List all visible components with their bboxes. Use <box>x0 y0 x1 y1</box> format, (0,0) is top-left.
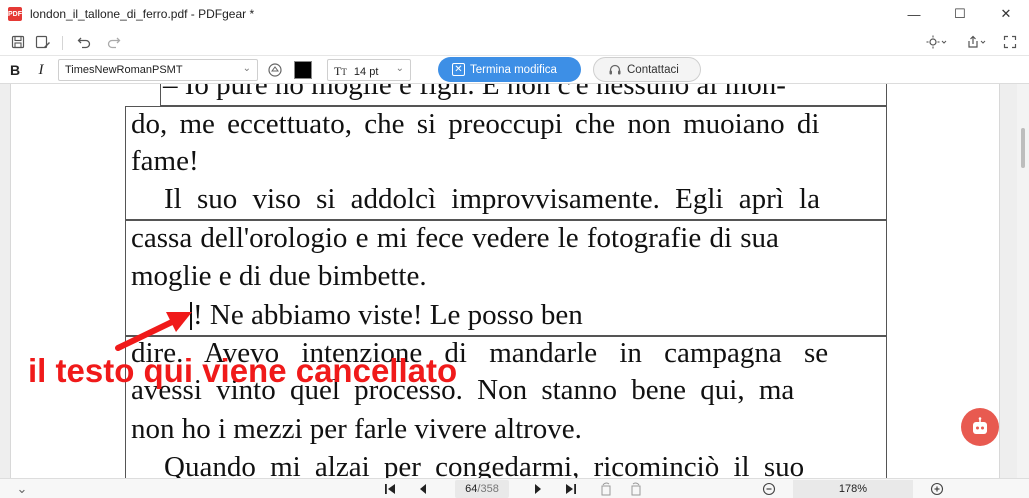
zoom-in-icon[interactable] <box>929 481 945 497</box>
close-button[interactable]: ✕ <box>983 0 1029 28</box>
rotate-right-icon[interactable] <box>628 481 644 497</box>
window-title: london_il_tallone_di_ferro.pdf - PDFgear… <box>30 7 255 21</box>
vertical-scrollbar[interactable] <box>1017 84 1029 478</box>
minimize-button[interactable]: — <box>891 0 937 28</box>
headset-icon <box>609 64 621 74</box>
annotation-text: il testo qui viene cancellato <box>28 352 458 389</box>
font-size-icon: TT <box>334 64 347 78</box>
annotation-arrow-icon <box>115 312 192 351</box>
total-pages: /358 <box>477 483 499 495</box>
save-icon[interactable] <box>8 32 28 52</box>
close-box-icon: ✕ <box>452 63 465 76</box>
text-line: fame! <box>131 145 199 177</box>
font-size-select[interactable]: TT 14 pt ⌄ <box>327 59 411 81</box>
bold-button[interactable]: B <box>4 60 26 80</box>
text-line: moglie e di due bimbette. <box>131 260 427 292</box>
fill-color-icon[interactable] <box>265 60 285 80</box>
save-as-icon[interactable] <box>33 32 53 52</box>
text-line: cassa dell'orologio e mi fece vedere le … <box>131 222 779 254</box>
contact-button[interactable]: Contattaci <box>593 57 701 82</box>
font-family-select[interactable]: TimesNewRomanPSMT ⌄ <box>58 59 258 81</box>
title-bar: PDF london_il_tallone_di_ferro.pdf - PDF… <box>0 0 1029 28</box>
previous-page-icon[interactable] <box>415 481 431 497</box>
toolbar-divider <box>62 36 63 50</box>
next-page-icon[interactable] <box>530 481 546 497</box>
finish-editing-button[interactable]: ✕ Termina modifica <box>438 57 581 82</box>
finish-editing-label: Termina modifica <box>470 63 557 76</box>
text-line: do, me eccettuato, che si preoccupi che … <box>131 108 820 140</box>
font-size-value: 14 pt <box>353 66 379 78</box>
rotate-left-icon[interactable] <box>598 481 614 497</box>
zoom-level: 178% <box>838 483 868 495</box>
text-line: non ho i mezzi per farle vivere altrove. <box>131 413 582 445</box>
text-line-edited: ! Ne abbiamo viste! Le posso ben <box>193 299 583 331</box>
chevron-down-icon: ⌄ <box>242 63 251 74</box>
document-viewer[interactable]: – Io pure ho moglie e figli. E non c'è n… <box>0 84 1029 478</box>
chevron-down-icon: ⌄ <box>395 63 404 74</box>
scrollbar-thumb[interactable] <box>1021 128 1025 168</box>
text-line: – Io pure ho moglie e figli. E non c'è n… <box>163 84 786 101</box>
current-page: 64 <box>465 483 478 495</box>
main-toolbar <box>0 28 1029 56</box>
italic-button[interactable]: I <box>30 60 52 80</box>
text-line: Quando mi alzai per congedarmi, ricominc… <box>164 451 805 478</box>
share-icon[interactable] <box>964 32 990 52</box>
fullscreen-icon[interactable] <box>1000 32 1020 52</box>
pdf-page: – Io pure ho moglie e figli. E non c'è n… <box>10 84 1000 478</box>
zoom-out-icon[interactable] <box>761 481 777 497</box>
status-bar: ⌄ 64/358 178% <box>0 478 1029 498</box>
maximize-button[interactable]: ☐ <box>937 0 983 28</box>
zoom-level-field[interactable]: 178% <box>793 480 913 498</box>
last-page-icon[interactable] <box>563 481 579 497</box>
redo-icon[interactable] <box>104 32 124 52</box>
chevron-down-icon[interactable]: ⌄ <box>14 481 30 497</box>
undo-icon[interactable] <box>74 32 94 52</box>
page-number-input[interactable]: 64/358 <box>455 480 509 498</box>
robot-icon <box>973 417 987 434</box>
first-page-icon[interactable] <box>382 481 398 497</box>
font-family-value: TimesNewRomanPSMT <box>65 64 183 76</box>
text-line: Il suo viso si addolcì improvvisamente. … <box>164 183 820 215</box>
ai-assistant-button[interactable] <box>961 408 999 446</box>
pdfgear-logo-icon: PDF <box>8 7 22 21</box>
contact-label: Contattaci <box>627 63 679 76</box>
sun-icon[interactable] <box>924 32 950 52</box>
text-color-swatch[interactable] <box>294 61 312 79</box>
